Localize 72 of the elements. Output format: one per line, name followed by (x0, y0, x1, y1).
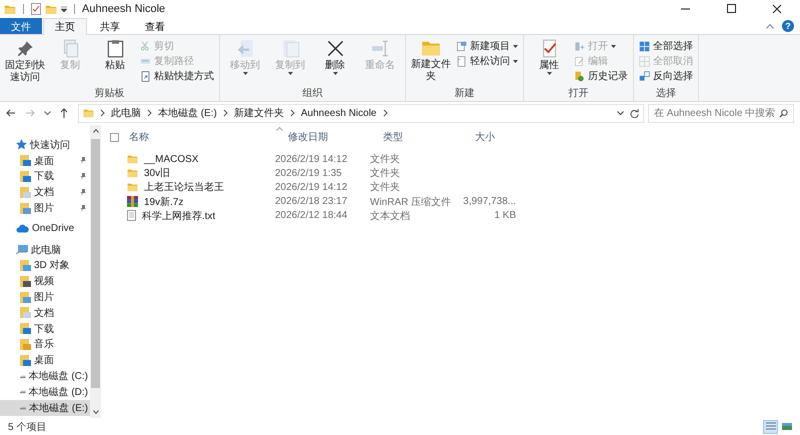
file-name-text: 科学上网推荐.txt (142, 210, 216, 223)
ribbon-button[interactable]: 轻松访问 (454, 54, 520, 68)
column-header[interactable]: 名称 (125, 126, 284, 148)
file-name-text: __MACOSX (144, 154, 198, 165)
file-type: 文件夹 (369, 166, 401, 180)
file-name[interactable]: 30v旧 (125, 166, 271, 180)
column-header[interactable]: 修改日期 (284, 126, 379, 148)
sidebar-item[interactable]: 本地磁盘 (E:) (0, 400, 90, 416)
sidebar-item[interactable]: 图片 (0, 289, 90, 305)
sidebar-item[interactable]: 桌面 (0, 152, 90, 169)
address-bar[interactable]: 此电脑 本地磁盘 (E:) 新建文件夹 Auhneesh Nicole (78, 104, 644, 122)
breadcrumb[interactable]: Auhneesh Nicole (300, 108, 376, 118)
sidebar-item[interactable]: 文档 (0, 184, 90, 200)
sidebar-item[interactable]: 本地磁盘 (C:) (0, 368, 90, 384)
ribbon-group-label: 剪贴板 (94, 88, 126, 101)
file-name-text: 30v旧 (144, 166, 170, 180)
sidebar-item[interactable]: OneDrive (0, 220, 90, 237)
ribbon-tab[interactable]: 主页 (43, 18, 87, 35)
ribbon-tab[interactable]: 查看 (133, 18, 177, 34)
sidebar-item[interactable]: 3D 对象 (0, 258, 90, 274)
file-name[interactable]: 上老王论坛当老王 (125, 180, 271, 194)
sidebar-item[interactable]: 桌面 (0, 352, 90, 368)
ribbon-button[interactable]: 删除 (313, 37, 357, 88)
ribbon-group-label: 选择 (655, 88, 677, 101)
sidebar-item[interactable]: 此电脑 (0, 242, 90, 258)
file-type: 文件夹 (369, 152, 401, 166)
file-name-text: 19v新.7z (144, 196, 184, 209)
ribbon-group-label: 打开 (568, 88, 590, 101)
ribbon-tab[interactable]: 文件 (0, 18, 42, 34)
sidebar-item[interactable]: 文档 (0, 304, 90, 321)
sidebar-item[interactable]: 图片 (0, 200, 90, 216)
column-header[interactable]: 类型 (379, 126, 471, 148)
ribbon-button[interactable]: 新建项目 (454, 39, 520, 53)
window-title: Auhneesh Nicole (82, 3, 166, 15)
modified-date: 2026/2/19 14:12 (274, 154, 348, 165)
help-button[interactable]: ? (782, 20, 794, 32)
ribbon-button[interactable]: 历史记录 (572, 69, 630, 83)
ribbon-group-label: 组织 (302, 88, 324, 101)
item-count: 5 个项目 (8, 420, 46, 434)
modified-date: 2026/2/19 14:12 (274, 182, 348, 193)
ribbon-button[interactable]: 新建文件夹 (409, 37, 453, 88)
breadcrumb[interactable]: 此电脑 (111, 106, 141, 120)
file-type: 文本文档 (369, 210, 411, 223)
ribbon-button[interactable]: 反向选择 (637, 69, 695, 83)
modified-date: 2026/2/19 1:35 (274, 168, 343, 179)
file-name-text: 上老王论坛当老王 (144, 180, 224, 194)
search-field[interactable]: 在 Auhneesh Nicole 中搜索 (648, 104, 794, 122)
ribbon-button[interactable]: 粘贴 (93, 37, 137, 88)
file-name[interactable]: 科学上网推荐.txt (125, 208, 271, 223)
file-type: WinRAR 压缩文件 (369, 196, 452, 209)
file-size: 3,997,738... (462, 196, 517, 208)
ribbon-tab[interactable]: 共享 (88, 18, 132, 34)
sidebar-item[interactable]: 下载 (0, 168, 90, 184)
breadcrumb[interactable]: 本地磁盘 (E:) (158, 106, 217, 120)
column-header[interactable]: 大小 (471, 126, 533, 148)
ribbon-button[interactable]: 固定到快速访问 (3, 37, 47, 88)
sidebar-item[interactable]: 下载 (0, 320, 90, 337)
file-type: 文件夹 (369, 180, 401, 194)
sidebar-item[interactable]: 视频 (0, 273, 90, 290)
sidebar-item[interactable]: 快速访问 (0, 137, 90, 153)
modified-date: 2026/2/12 18:44 (274, 210, 348, 222)
ribbon-button[interactable]: 属性 (527, 37, 571, 88)
sidebar-item[interactable]: 本地磁盘 (D:) (0, 384, 90, 400)
ribbon-group-label: 新建 (454, 88, 476, 101)
ribbon-button[interactable]: 全部选择 (637, 39, 695, 53)
ribbon-button[interactable]: 粘贴快捷方式 (138, 69, 216, 83)
file-name[interactable]: __MACOSX (125, 154, 271, 165)
file-size: 1 KB (493, 210, 517, 222)
modified-date: 2026/2/18 23:17 (274, 196, 348, 208)
breadcrumb[interactable]: 新建文件夹 (234, 106, 284, 120)
sidebar-item[interactable]: 音乐 (0, 336, 90, 352)
file-name[interactable]: 19v新.7z (125, 194, 271, 209)
